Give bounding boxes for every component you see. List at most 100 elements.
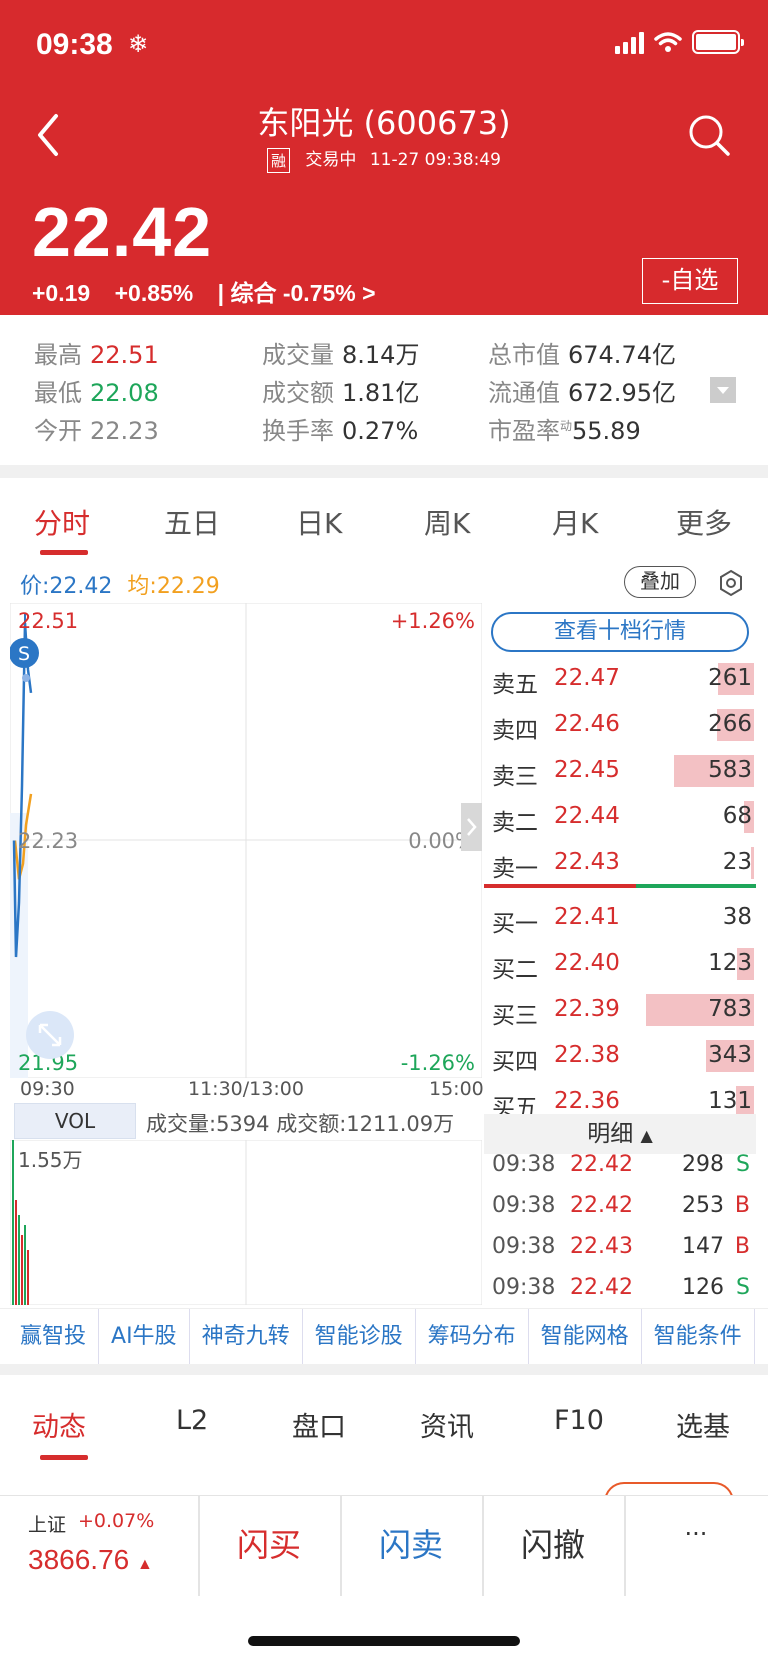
ask-row[interactable]: 卖二 22.44 68 (484, 795, 754, 839)
bid-row[interactable]: 买一 22.41 38 (484, 896, 754, 940)
status-time: 09:38 (36, 28, 113, 61)
bid-row[interactable]: 买四 22.38 343 (484, 1034, 754, 1078)
bid-volume: 38 (722, 904, 752, 930)
tick-price: 22.42 (570, 1275, 633, 1300)
composite-index-link[interactable]: | 综合 -0.75% > (218, 280, 376, 306)
tab-intraday[interactable]: 分时 (34, 502, 90, 542)
feature-link[interactable]: 智能条件 (642, 1309, 755, 1364)
ask-label: 卖四 (492, 718, 538, 744)
stat-market-cap: 总市值 674.74亿 (488, 341, 676, 369)
search-button[interactable] (686, 112, 732, 158)
feature-link[interactable]: AI牛股 (99, 1309, 190, 1364)
ask-row[interactable]: 卖三 22.45 583 (484, 749, 754, 793)
intraday-chart[interactable]: S 22.51 22.23 21.95 +1.26% 0.00% -1.26% (10, 603, 482, 1078)
tick-side: B (734, 1234, 750, 1259)
feature-link[interactable]: 神奇九转 (190, 1309, 303, 1364)
active-tab-underline (40, 550, 88, 555)
tab-f10[interactable]: F10 (554, 1405, 604, 1436)
bid-label: 买三 (492, 1003, 538, 1029)
ask-row[interactable]: 卖五 22.47 261 (484, 657, 754, 701)
sell-marker-label: S (18, 643, 30, 665)
stat-amount: 成交额 1.81亿 (262, 379, 420, 407)
expand-stats-icon[interactable] (710, 377, 736, 403)
stock-title: 东阳光 (600673) (257, 104, 511, 142)
bid-volume: 783 (708, 996, 752, 1022)
bid-volume: 131 (708, 1088, 752, 1114)
x-tick-midday: 11:30/13:00 (188, 1078, 304, 1100)
ask-price: 22.45 (554, 757, 620, 783)
price-change: +0.19 (32, 280, 91, 306)
bid-row[interactable]: 买二 22.40 123 (484, 942, 754, 986)
remove-favorite-button[interactable]: -自选 (642, 258, 738, 304)
x-tick-close: 15:00 (429, 1078, 484, 1100)
bid-volume: 343 (708, 1042, 752, 1068)
stat-pe: 市盈率动55.89 (488, 417, 641, 445)
ask-volume: 261 (708, 665, 752, 691)
ask-label: 卖五 (492, 672, 538, 698)
tick-price: 22.42 (570, 1193, 633, 1218)
feature-link[interactable]: 智能网格 (529, 1309, 642, 1364)
tick-side: S (736, 1275, 750, 1300)
ask-label: 卖二 (492, 810, 538, 836)
bid-price: 22.38 (554, 1042, 620, 1068)
tab-handicap[interactable]: 盘口 (292, 1405, 346, 1444)
stock-header: 09:38 ❄ 东阳光 (600673) 融 交易中 11-27 09:38:4… (0, 0, 768, 315)
tab-dynamics[interactable]: 动态 (32, 1405, 86, 1444)
more-button[interactable]: ··· (624, 1520, 768, 1548)
tab-daily-k[interactable]: 日K (296, 502, 342, 542)
trade-detail-header[interactable]: 明细 ▲ (484, 1114, 756, 1154)
settings-icon[interactable] (716, 568, 746, 598)
feature-link[interactable]: 赢智投 (0, 1309, 100, 1364)
ask-volume: 583 (708, 757, 752, 783)
price-change-line: +0.19 +0.85% | 综合 -0.75% > (32, 274, 394, 308)
vol-indicator-button[interactable]: VOL (14, 1103, 136, 1139)
tab-funds[interactable]: 选基 (676, 1405, 730, 1444)
bid-volume: 123 (708, 950, 752, 976)
y-tick-top: 22.51 (18, 609, 78, 633)
tick-time: 09:38 (492, 1152, 556, 1177)
ask-price: 22.46 (554, 711, 620, 737)
bid-row[interactable]: 买三 22.39 783 (484, 988, 754, 1032)
ask-volume: 23 (722, 849, 752, 875)
tab-five-day[interactable]: 五日 (164, 502, 220, 542)
tick-side: S (736, 1152, 750, 1177)
feature-link[interactable]: 筹码分布 (416, 1309, 529, 1364)
bid-label: 买二 (492, 957, 538, 983)
trade-status: 交易中 (305, 150, 357, 170)
ask-price: 22.43 (554, 849, 620, 875)
flash-sell-button[interactable]: 闪卖 (340, 1520, 482, 1566)
tab-weekly-k[interactable]: 周K (424, 502, 470, 542)
ask-row[interactable]: 卖四 22.46 266 (484, 703, 754, 747)
bid-price: 22.36 (554, 1088, 620, 1114)
feature-link[interactable]: 智能诊股 (303, 1309, 416, 1364)
trade-timestamp: 11-27 09:38:49 (369, 150, 501, 170)
trade-status-line: 融 交易中 11-27 09:38:49 (0, 145, 768, 173)
ask-row[interactable]: 卖一 22.43 23 (484, 841, 754, 885)
sell-pressure-bar (636, 884, 756, 888)
flash-buy-button[interactable]: 闪买 (198, 1520, 340, 1566)
tick-price: 22.43 (570, 1234, 633, 1259)
tab-news[interactable]: 资讯 (420, 1405, 474, 1444)
pct-tick-top: +1.26% (391, 609, 475, 633)
tick-volume: 147 (682, 1234, 724, 1259)
tab-l2[interactable]: L2 (176, 1405, 208, 1436)
tick-volume: 298 (682, 1152, 724, 1177)
vol-stats: 成交量:5394 成交额:1211.09万 (146, 1112, 455, 1136)
tick-volume: 253 (682, 1193, 724, 1218)
overlay-button[interactable]: 叠加 (624, 566, 696, 598)
stat-float-cap: 流通值 672.95亿 (488, 379, 676, 407)
tab-more[interactable]: 更多 (676, 502, 732, 542)
feature-bar: 赢智投 AI牛股 神奇九转 智能诊股 筹码分布 智能网格 智能条件 (0, 1308, 768, 1364)
buy-pressure-bar (484, 884, 636, 888)
legend-price: 价:22.42 (20, 574, 113, 599)
expand-orderbook-handle[interactable] (461, 803, 482, 851)
active-tab2-underline (40, 1455, 88, 1460)
view-ten-levels-button[interactable]: 查看十档行情 (491, 612, 749, 652)
index-value: 3866.76 ▲ (28, 1544, 153, 1575)
stat-open: 今开 22.23 (34, 417, 159, 445)
chart-tabs: 分时 五日 日K 周K 月K 更多 (0, 478, 768, 558)
bid-price: 22.39 (554, 996, 620, 1022)
flash-cancel-button[interactable]: 闪撤 (482, 1520, 624, 1566)
tab-monthly-k[interactable]: 月K (552, 502, 598, 542)
tick-side: B (734, 1193, 750, 1218)
